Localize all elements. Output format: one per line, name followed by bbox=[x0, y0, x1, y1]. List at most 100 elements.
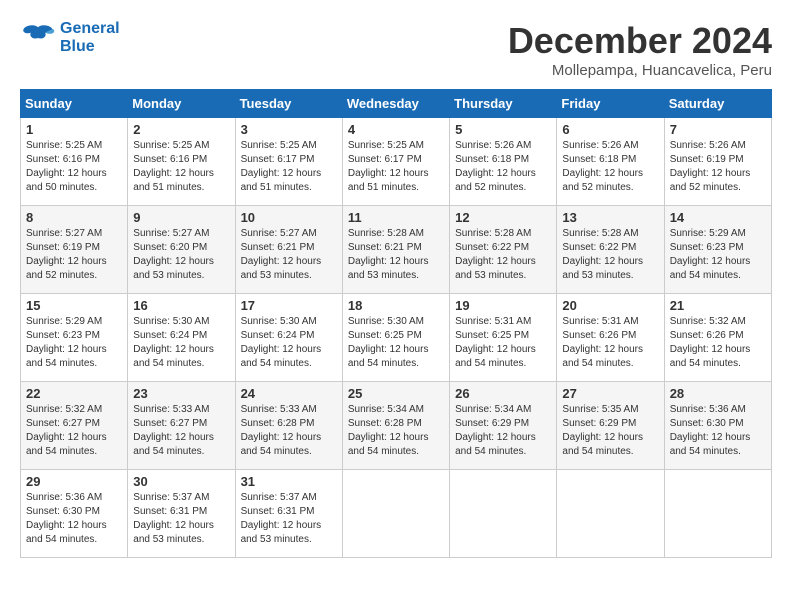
day-info: Sunrise: 5:37 AM Sunset: 6:31 PM Dayligh… bbox=[133, 491, 229, 547]
day-info: Sunrise: 5:33 AM Sunset: 6:27 PM Dayligh… bbox=[133, 403, 229, 459]
day-info: Sunrise: 5:27 AM Sunset: 6:21 PM Dayligh… bbox=[241, 227, 337, 283]
week-row-3: 15 Sunrise: 5:29 AM Sunset: 6:23 PM Dayli… bbox=[21, 294, 772, 382]
day-info: Sunrise: 5:29 AM Sunset: 6:23 PM Dayligh… bbox=[26, 315, 122, 371]
day-number: 30 bbox=[133, 474, 229, 489]
calendar-cell: 29Sunrise: 5:36 AM Sunset: 6:30 PM Dayli… bbox=[21, 470, 128, 558]
day-number: 24 bbox=[241, 386, 337, 401]
calendar-cell: 22 Sunrise: 5:32 AM Sunset: 6:27 PM Dayli… bbox=[21, 382, 128, 470]
day-number: 26 bbox=[455, 386, 551, 401]
calendar-cell: 2Sunrise: 5:25 AM Sunset: 6:16 PM Daylig… bbox=[128, 118, 235, 206]
calendar-cell: 6 Sunrise: 5:26 AM Sunset: 6:18 PM Daylig… bbox=[557, 118, 664, 206]
title-block: December 2024 Mollepampa, Huancavelica, … bbox=[508, 20, 772, 79]
calendar-cell: 10 Sunrise: 5:27 AM Sunset: 6:21 PM Dayli… bbox=[235, 206, 342, 294]
day-number: 7 bbox=[670, 122, 766, 137]
day-number: 16 bbox=[133, 298, 229, 313]
calendar-cell: 17Sunrise: 5:30 AM Sunset: 6:24 PM Dayli… bbox=[235, 294, 342, 382]
calendar-cell bbox=[342, 470, 449, 558]
header-sunday: Sunday bbox=[21, 90, 128, 118]
calendar-cell: 13 Sunrise: 5:28 AM Sunset: 6:22 PM Dayli… bbox=[557, 206, 664, 294]
day-info: Sunrise: 5:37 AM Sunset: 6:31 PM Dayligh… bbox=[241, 491, 337, 547]
day-info: Sunrise: 5:32 AM Sunset: 6:27 PM Dayligh… bbox=[26, 403, 122, 459]
day-number: 8 bbox=[26, 210, 122, 225]
day-info: Sunrise: 5:34 AM Sunset: 6:28 PM Dayligh… bbox=[348, 403, 444, 459]
day-number: 21 bbox=[670, 298, 766, 313]
day-number: 4 bbox=[348, 122, 444, 137]
header-tuesday: Tuesday bbox=[235, 90, 342, 118]
day-number: 25 bbox=[348, 386, 444, 401]
logo-icon bbox=[20, 20, 56, 56]
calendar-cell: 8Sunrise: 5:27 AM Sunset: 6:19 PM Daylig… bbox=[21, 206, 128, 294]
day-number: 19 bbox=[455, 298, 551, 313]
logo: General Blue bbox=[20, 20, 120, 56]
day-number: 3 bbox=[241, 122, 337, 137]
day-info: Sunrise: 5:36 AM Sunset: 6:30 PM Dayligh… bbox=[26, 491, 122, 547]
calendar-cell: 7 Sunrise: 5:26 AM Sunset: 6:19 PM Daylig… bbox=[664, 118, 771, 206]
day-info: Sunrise: 5:28 AM Sunset: 6:21 PM Dayligh… bbox=[348, 227, 444, 283]
calendar-cell: 3 Sunrise: 5:25 AM Sunset: 6:17 PM Daylig… bbox=[235, 118, 342, 206]
day-number: 15 bbox=[26, 298, 122, 313]
day-number: 14 bbox=[670, 210, 766, 225]
day-info: Sunrise: 5:28 AM Sunset: 6:22 PM Dayligh… bbox=[455, 227, 551, 283]
day-info: Sunrise: 5:25 AM Sunset: 6:17 PM Dayligh… bbox=[348, 139, 444, 195]
calendar-cell bbox=[664, 470, 771, 558]
day-number: 12 bbox=[455, 210, 551, 225]
day-info: Sunrise: 5:35 AM Sunset: 6:29 PM Dayligh… bbox=[562, 403, 658, 459]
day-info: Sunrise: 5:25 AM Sunset: 6:17 PM Dayligh… bbox=[241, 139, 337, 195]
header-friday: Friday bbox=[557, 90, 664, 118]
logo-text: General Blue bbox=[60, 20, 120, 56]
day-info: Sunrise: 5:29 AM Sunset: 6:23 PM Dayligh… bbox=[670, 227, 766, 283]
day-info: Sunrise: 5:25 AM Sunset: 6:16 PM Dayligh… bbox=[133, 139, 229, 195]
calendar-cell: 18Sunrise: 5:30 AM Sunset: 6:25 PM Dayli… bbox=[342, 294, 449, 382]
day-number: 11 bbox=[348, 210, 444, 225]
day-info: Sunrise: 5:27 AM Sunset: 6:20 PM Dayligh… bbox=[133, 227, 229, 283]
calendar-cell: 1 Sunrise: 5:25 AM Sunset: 6:16 PM Daylig… bbox=[21, 118, 128, 206]
page-header: General Blue December 2024 Mollepampa, H… bbox=[20, 20, 772, 79]
day-number: 1 bbox=[26, 122, 122, 137]
day-info: Sunrise: 5:31 AM Sunset: 6:25 PM Dayligh… bbox=[455, 315, 551, 371]
day-info: Sunrise: 5:33 AM Sunset: 6:28 PM Dayligh… bbox=[241, 403, 337, 459]
day-info: Sunrise: 5:30 AM Sunset: 6:24 PM Dayligh… bbox=[241, 315, 337, 371]
day-number: 22 bbox=[26, 386, 122, 401]
calendar-cell: 5Sunrise: 5:26 AM Sunset: 6:18 PM Daylig… bbox=[450, 118, 557, 206]
day-info: Sunrise: 5:31 AM Sunset: 6:26 PM Dayligh… bbox=[562, 315, 658, 371]
day-number: 10 bbox=[241, 210, 337, 225]
header-wednesday: Wednesday bbox=[342, 90, 449, 118]
calendar-cell: 21Sunrise: 5:32 AM Sunset: 6:26 PM Dayli… bbox=[664, 294, 771, 382]
week-row-4: 22 Sunrise: 5:32 AM Sunset: 6:27 PM Dayli… bbox=[21, 382, 772, 470]
calendar-cell: 25 Sunrise: 5:34 AM Sunset: 6:28 PM Dayli… bbox=[342, 382, 449, 470]
calendar-cell: 11 Sunrise: 5:28 AM Sunset: 6:21 PM Dayli… bbox=[342, 206, 449, 294]
day-info: Sunrise: 5:25 AM Sunset: 6:16 PM Dayligh… bbox=[26, 139, 122, 195]
calendar-cell bbox=[450, 470, 557, 558]
calendar-cell: 24 Sunrise: 5:33 AM Sunset: 6:28 PM Dayli… bbox=[235, 382, 342, 470]
week-row-5: 29Sunrise: 5:36 AM Sunset: 6:30 PM Dayli… bbox=[21, 470, 772, 558]
calendar-cell: 4 Sunrise: 5:25 AM Sunset: 6:17 PM Daylig… bbox=[342, 118, 449, 206]
calendar-cell: 27 Sunrise: 5:35 AM Sunset: 6:29 PM Dayli… bbox=[557, 382, 664, 470]
day-info: Sunrise: 5:26 AM Sunset: 6:18 PM Dayligh… bbox=[562, 139, 658, 195]
calendar-cell: 12 Sunrise: 5:28 AM Sunset: 6:22 PM Dayli… bbox=[450, 206, 557, 294]
location-subtitle: Mollepampa, Huancavelica, Peru bbox=[508, 62, 772, 79]
day-info: Sunrise: 5:26 AM Sunset: 6:18 PM Dayligh… bbox=[455, 139, 551, 195]
day-number: 31 bbox=[241, 474, 337, 489]
week-row-1: 1 Sunrise: 5:25 AM Sunset: 6:16 PM Daylig… bbox=[21, 118, 772, 206]
header-thursday: Thursday bbox=[450, 90, 557, 118]
calendar-cell: 26 Sunrise: 5:34 AM Sunset: 6:29 PM Dayli… bbox=[450, 382, 557, 470]
day-number: 23 bbox=[133, 386, 229, 401]
calendar-cell: 30 Sunrise: 5:37 AM Sunset: 6:31 PM Dayli… bbox=[128, 470, 235, 558]
calendar-cell bbox=[557, 470, 664, 558]
month-title: December 2024 bbox=[508, 20, 772, 62]
day-number: 27 bbox=[562, 386, 658, 401]
week-row-2: 8Sunrise: 5:27 AM Sunset: 6:19 PM Daylig… bbox=[21, 206, 772, 294]
day-number: 13 bbox=[562, 210, 658, 225]
day-number: 28 bbox=[670, 386, 766, 401]
calendar-header-row: SundayMondayTuesdayWednesdayThursdayFrid… bbox=[21, 90, 772, 118]
day-info: Sunrise: 5:26 AM Sunset: 6:19 PM Dayligh… bbox=[670, 139, 766, 195]
calendar-table: SundayMondayTuesdayWednesdayThursdayFrid… bbox=[20, 89, 772, 558]
day-info: Sunrise: 5:34 AM Sunset: 6:29 PM Dayligh… bbox=[455, 403, 551, 459]
calendar-cell: 19 Sunrise: 5:31 AM Sunset: 6:25 PM Dayli… bbox=[450, 294, 557, 382]
day-number: 9 bbox=[133, 210, 229, 225]
day-number: 6 bbox=[562, 122, 658, 137]
day-info: Sunrise: 5:30 AM Sunset: 6:25 PM Dayligh… bbox=[348, 315, 444, 371]
calendar-cell: 20Sunrise: 5:31 AM Sunset: 6:26 PM Dayli… bbox=[557, 294, 664, 382]
day-info: Sunrise: 5:28 AM Sunset: 6:22 PM Dayligh… bbox=[562, 227, 658, 283]
calendar-cell: 28Sunrise: 5:36 AM Sunset: 6:30 PM Dayli… bbox=[664, 382, 771, 470]
